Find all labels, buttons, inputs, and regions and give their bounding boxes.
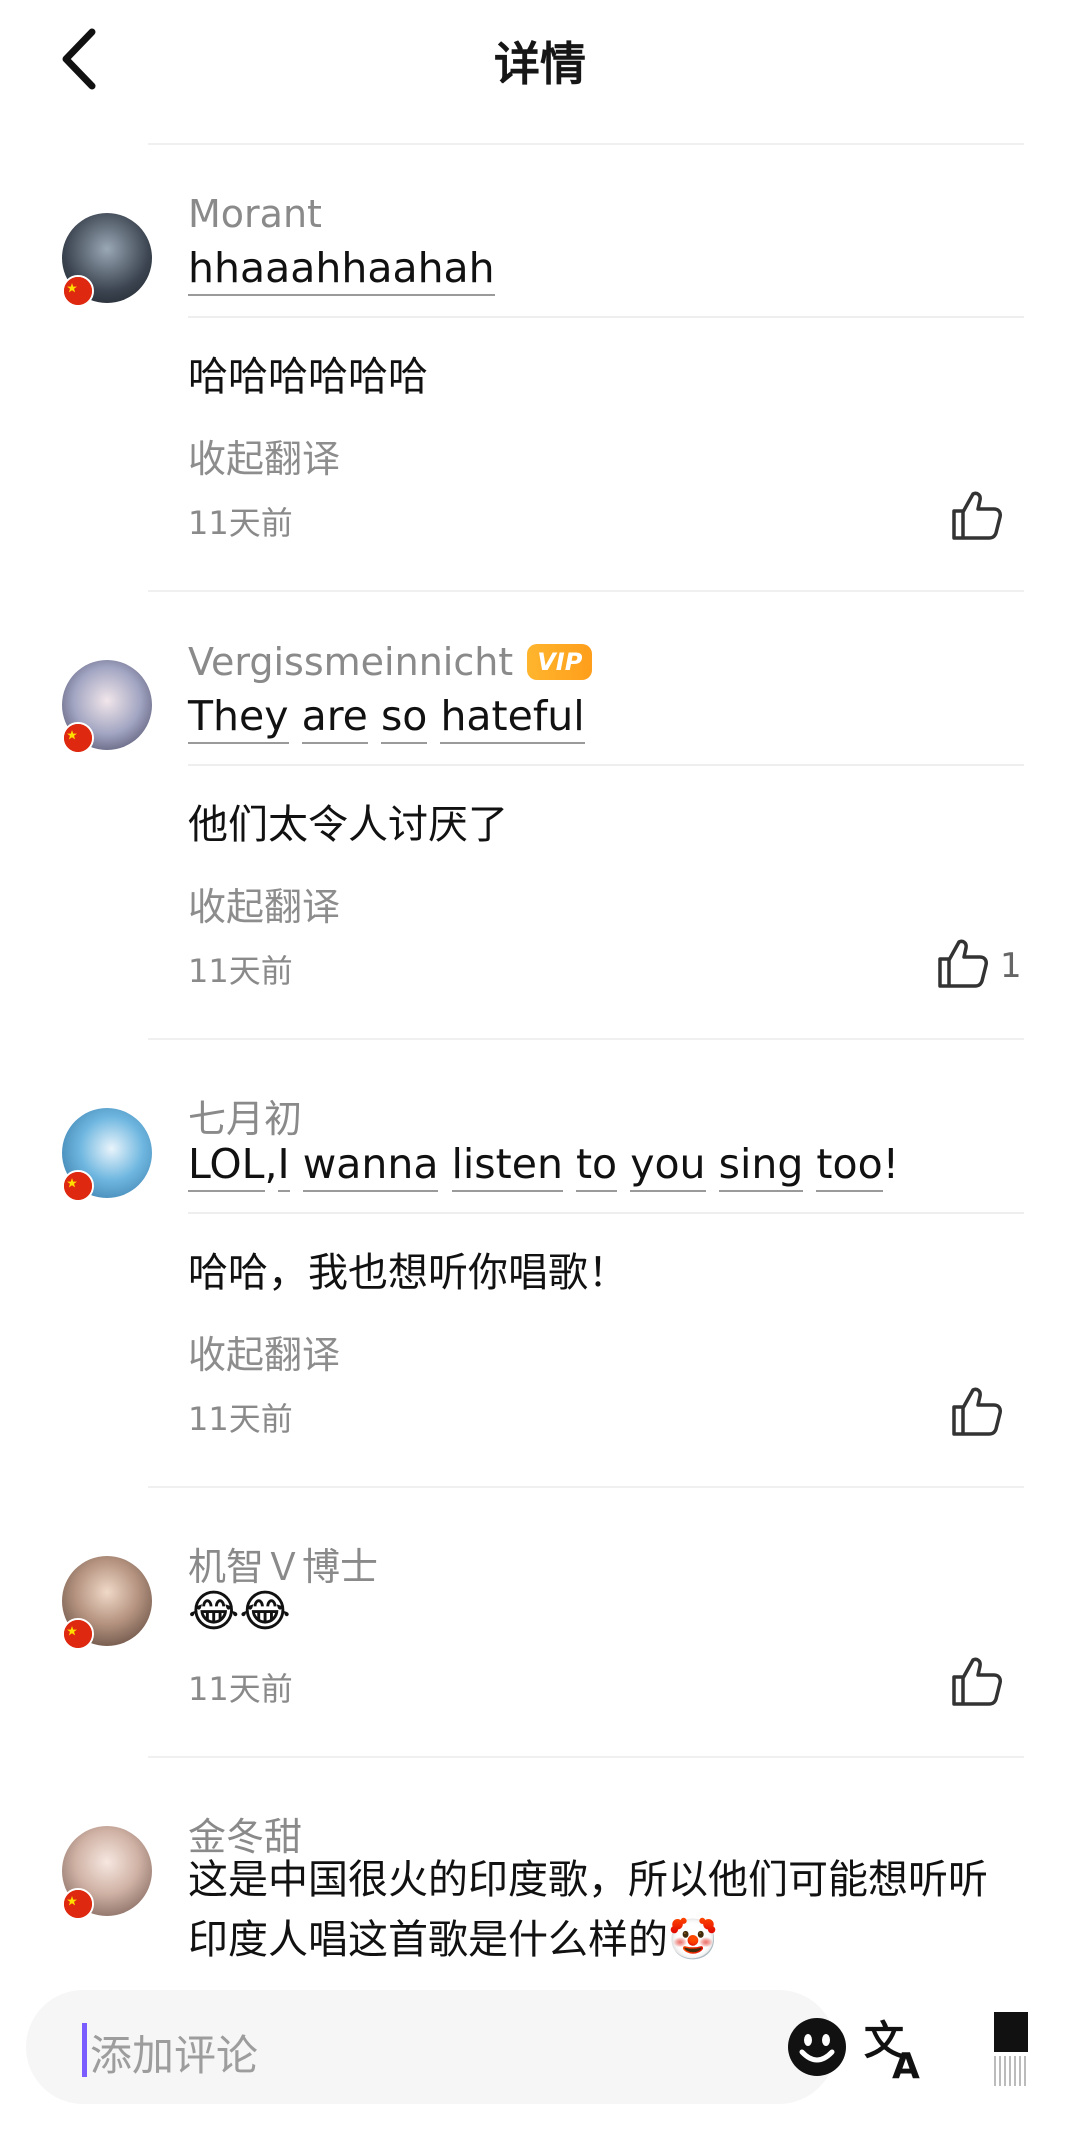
word[interactable]: you <box>630 1140 706 1192</box>
word[interactable]: They <box>188 692 289 744</box>
username[interactable]: 机智Ｖ博士 <box>188 1536 378 1591</box>
page-title: 详情 <box>494 37 586 91</box>
translated-text: 他们太令人讨厌了 <box>188 802 508 848</box>
punctuation: , <box>264 1140 278 1188</box>
username-text: 机智Ｖ博士 <box>188 1545 379 1589</box>
china-flag-icon <box>62 1618 94 1650</box>
divider <box>148 1038 1024 1040</box>
translation-divider <box>188 764 1024 766</box>
comment-text: 这是中国很火的印度歌，所以他们可能想听听 印度人唱这首歌是什么样的🤡 <box>188 1850 1048 1970</box>
comment-input-bar: 添加评论 文 A <box>0 1990 1080 2144</box>
translation-divider <box>188 316 1024 318</box>
china-flag-icon <box>62 1170 94 1202</box>
thumbs-up-icon <box>952 1387 1002 1436</box>
square-icon <box>994 2012 1028 2052</box>
punctuation: ! <box>882 1140 900 1188</box>
word[interactable]: LOL <box>188 1140 265 1192</box>
username-text: 七月初 <box>188 1097 303 1141</box>
thumbs-up-icon <box>938 939 988 988</box>
vip-badge: VIP <box>527 644 593 680</box>
word[interactable]: sing <box>718 1140 804 1192</box>
china-flag-icon <box>62 722 94 754</box>
username-text: Vergissmeinnicht <box>188 640 514 684</box>
divider <box>148 143 1024 145</box>
comment-text: 😂😂 <box>188 1586 291 1637</box>
comment-text-line: 这是中国很火的印度歌，所以他们可能想听听 <box>188 1857 988 1903</box>
collapse-translation-link[interactable]: 收起翻译 <box>188 428 340 483</box>
header: 详情 <box>0 0 1080 120</box>
word[interactable]: too <box>816 1140 883 1192</box>
translation-divider <box>188 1212 1024 1214</box>
word[interactable]: I <box>277 1140 290 1192</box>
word[interactable]: hateful <box>440 692 585 744</box>
like-button[interactable] <box>950 1654 1004 1708</box>
comment-time: 11天前 <box>188 1670 293 1708</box>
username-text: Morant <box>188 192 322 236</box>
word[interactable]: listen <box>451 1140 563 1192</box>
translate-icon: 文 A <box>864 2018 920 2087</box>
word[interactable]: hhaaahhaahah <box>188 244 495 296</box>
original-comment-text: hhaaahhaahah <box>188 244 495 296</box>
text-caret <box>82 2023 87 2077</box>
decorative-lines <box>994 2056 1028 2086</box>
collapse-translation-link[interactable]: 收起翻译 <box>188 876 340 931</box>
original-comment-text: They are so hateful <box>188 692 585 744</box>
divider <box>148 1486 1024 1488</box>
svg-text:A: A <box>892 2046 920 2084</box>
comment-time: 11天前 <box>188 504 293 542</box>
username[interactable]: Morant <box>188 192 322 236</box>
comment-input-placeholder: 添加评论 <box>90 2031 259 2080</box>
divider <box>148 1756 1024 1758</box>
like-count: 1 <box>1000 946 1022 986</box>
comment-text-line: 印度人唱这首歌是什么样的🤡 <box>188 1917 718 1963</box>
translated-text: 哈哈，我也想听你唱歌！ <box>188 1250 628 1296</box>
thumbs-up-icon <box>952 1657 1002 1706</box>
more-button[interactable] <box>994 2012 1032 2086</box>
word[interactable]: wanna <box>302 1140 439 1192</box>
divider <box>148 590 1024 592</box>
comment-time: 11天前 <box>188 1400 293 1438</box>
word[interactable]: to <box>575 1140 618 1192</box>
collapse-translation-link[interactable]: 收起翻译 <box>188 1324 340 1379</box>
translated-text: 哈哈哈哈哈哈 <box>188 354 428 400</box>
china-flag-icon <box>62 275 94 307</box>
like-button[interactable] <box>950 488 1004 542</box>
username[interactable]: 七月初 <box>188 1088 302 1143</box>
emoji-button[interactable] <box>786 2016 848 2078</box>
thumbs-up-icon <box>952 491 1002 540</box>
username[interactable]: Vergissmeinnicht VIP <box>188 640 593 684</box>
comment-detail-page: 详情 Morant hhaaahhaahah 哈哈哈哈哈哈 收起翻译 11天前 <box>0 0 1080 2144</box>
word[interactable]: are <box>301 692 368 744</box>
comment-input[interactable]: 添加评论 <box>26 1990 846 2104</box>
like-button[interactable] <box>936 936 990 990</box>
like-button[interactable] <box>950 1384 1004 1438</box>
comment-time: 11天前 <box>188 952 293 990</box>
china-flag-icon <box>62 1888 94 1920</box>
original-comment-text: LOL,I wanna listen to you sing too! <box>188 1140 900 1192</box>
translate-button[interactable]: 文 A <box>862 2012 934 2087</box>
smiley-icon <box>788 2018 846 2076</box>
word[interactable]: so <box>380 692 428 744</box>
